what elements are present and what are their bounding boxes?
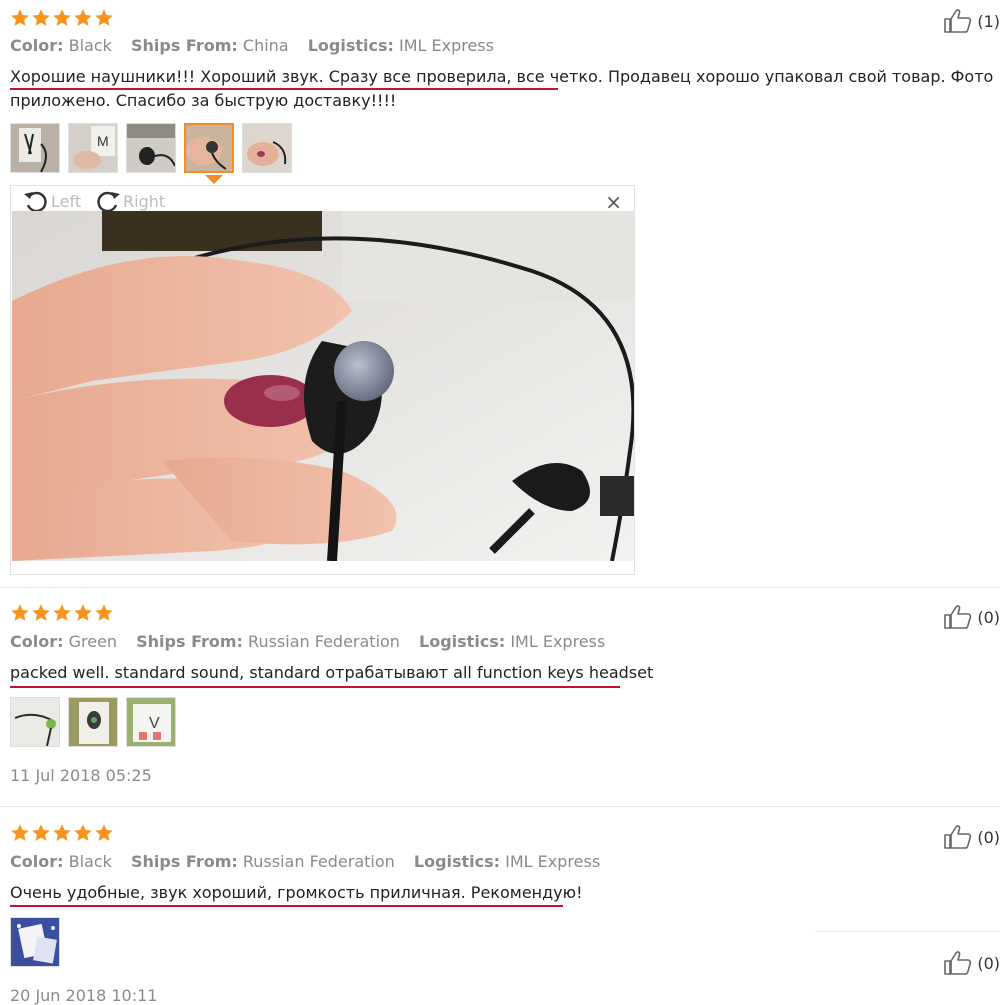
- review-2: (0) Color: Green Ships From: Russian Fed…: [0, 595, 1000, 805]
- helpful-count: (0): [977, 953, 1000, 973]
- rotate-left-label: Left: [51, 191, 82, 211]
- star-icon: [94, 823, 114, 843]
- helpful-button[interactable]: (1): [943, 8, 1000, 34]
- color-value: Black: [68, 36, 112, 55]
- thumbs-up-icon: [943, 604, 973, 630]
- ships-from-value: Russian Federation: [248, 632, 400, 651]
- rating-stars: [10, 823, 114, 843]
- ships-from-label: Ships From:: [136, 632, 243, 651]
- thumbs-up-icon: [943, 950, 973, 976]
- rotate-left-icon: [24, 191, 47, 213]
- helpful-button[interactable]: (0): [943, 950, 1000, 976]
- rating-stars: [10, 8, 114, 28]
- star-icon: [73, 823, 93, 843]
- translation-underline: [10, 686, 620, 688]
- star-icon: [10, 8, 30, 28]
- star-icon: [52, 603, 72, 623]
- rotate-right-button[interactable]: Right: [95, 189, 165, 213]
- svg-text:M: M: [97, 133, 109, 149]
- translation-underline: [10, 905, 563, 907]
- thumbs-up-icon: [943, 8, 973, 34]
- selected-photo-pointer: [205, 175, 223, 184]
- ships-from-value: Russian Federation: [242, 852, 395, 871]
- star-icon: [94, 8, 114, 28]
- logistics-label: Logistics:: [419, 632, 506, 651]
- logistics-value: IML Express: [398, 36, 494, 55]
- review-photo-thumb[interactable]: [10, 123, 60, 173]
- translation-underline: [10, 88, 558, 90]
- color-label: Color:: [10, 632, 64, 651]
- review-1: (1) Color: Black Ships From: China Logis…: [0, 0, 1000, 585]
- star-icon: [73, 603, 93, 623]
- review-divider: [0, 806, 1000, 807]
- star-icon: [52, 823, 72, 843]
- photo-viewer: Left Right ×: [10, 185, 635, 575]
- star-icon: [52, 8, 72, 28]
- star-icon: [73, 8, 93, 28]
- review-text-line: packed well. standard sound, standard от…: [10, 663, 654, 682]
- logistics-value: IML Express: [510, 632, 606, 651]
- review-photo-thumb[interactable]: [10, 697, 60, 747]
- review-text-line: Очень удобные, звук хороший, громкость п…: [10, 883, 583, 902]
- review-photo-thumb-selected[interactable]: [184, 123, 234, 173]
- review-date: 20 Jun 2018 10:11: [10, 986, 158, 1005]
- helpful-count: (0): [977, 827, 1000, 847]
- review-divider: [0, 587, 1000, 588]
- star-icon: [10, 603, 30, 623]
- review-text: packed well. standard sound, standard от…: [10, 661, 653, 685]
- star-icon: [10, 823, 30, 843]
- thumbs-up-icon: [943, 824, 973, 850]
- review-photos: [10, 917, 60, 967]
- star-icon: [31, 8, 51, 28]
- helpful-button[interactable]: (0): [943, 604, 1000, 630]
- logistics-value: IML Express: [505, 852, 601, 871]
- rotate-right-label: Right: [123, 191, 166, 211]
- rating-stars: [10, 603, 114, 623]
- rotate-left-button[interactable]: Left: [23, 189, 81, 213]
- svg-text:V: V: [149, 715, 160, 732]
- color-value: Black: [68, 852, 112, 871]
- review-divider: [815, 931, 1000, 932]
- review-text: Очень удобные, звук хороший, громкость п…: [10, 881, 583, 905]
- color-label: Color:: [10, 852, 64, 871]
- review-photo-thumb[interactable]: V: [126, 697, 176, 747]
- review-photo-large: [12, 211, 634, 561]
- helpful-count: (0): [977, 607, 1000, 627]
- logistics-label: Logistics:: [307, 36, 394, 55]
- star-icon: [94, 603, 114, 623]
- review-photo-thumb[interactable]: [126, 123, 176, 173]
- color-value: Green: [68, 632, 118, 651]
- ships-from-label: Ships From:: [130, 36, 238, 55]
- review-text-line: Хорошие наушники!!! Хороший звук. Сразу …: [10, 67, 994, 86]
- review-meta: Color: Green Ships From: Russian Federat…: [10, 632, 619, 651]
- star-icon: [31, 603, 51, 623]
- ships-from-value: China: [242, 36, 289, 55]
- review-photos: V: [10, 697, 176, 747]
- review-photos: M: [10, 123, 292, 173]
- review-meta: Color: Black Ships From: China Logistics…: [10, 36, 508, 55]
- review-date: 11 Jul 2018 05:25: [10, 766, 152, 785]
- review-meta: Color: Black Ships From: Russian Federat…: [10, 852, 614, 871]
- helpful-button[interactable]: (0): [943, 824, 1000, 850]
- review-photo-thumb[interactable]: [10, 917, 60, 967]
- review-photo-thumb[interactable]: [242, 123, 292, 173]
- review-photo-thumb[interactable]: M: [68, 123, 118, 173]
- review-photo-thumb[interactable]: [68, 697, 118, 747]
- star-icon: [31, 823, 51, 843]
- helpful-count: (1): [977, 11, 1000, 31]
- review-3: (0) Color: Black Ships From: Russian Fed…: [0, 815, 1000, 1005]
- rotate-right-icon: [97, 191, 120, 213]
- ships-from-label: Ships From:: [130, 852, 238, 871]
- logistics-label: Logistics:: [413, 852, 501, 871]
- color-label: Color:: [10, 36, 64, 55]
- review-text-line: приложено. Спасибо за быструю доставку!!…: [10, 91, 397, 110]
